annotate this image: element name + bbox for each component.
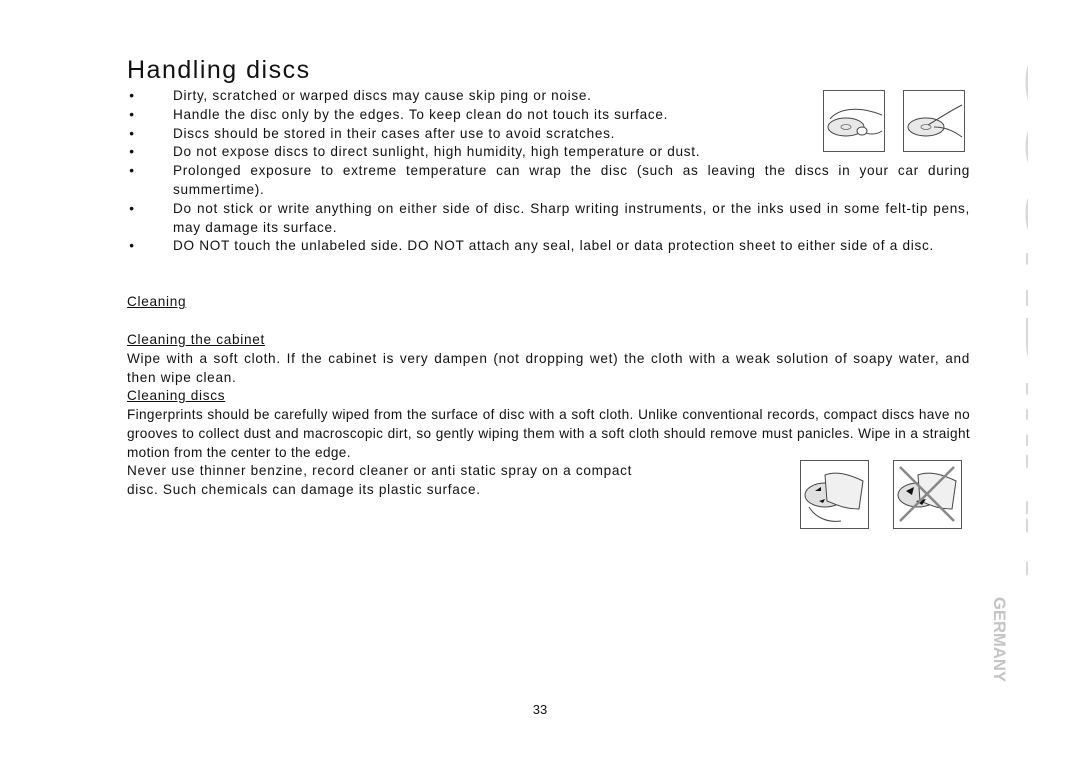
page-number: 33 [532, 702, 548, 717]
list-item: • Do not expose discs to direct sunlight,… [127, 143, 803, 162]
bullet-icon: • [129, 238, 135, 254]
bullet-icon: • [129, 106, 135, 122]
cleaning-discs-warning-line2: disc. Such chemicals can damage its plas… [127, 482, 481, 497]
logo-sub-text: GERMANY [990, 597, 1009, 683]
logo-brand-text: SOUNDMAX [1012, 52, 1028, 577]
list-item: • Discs should be stored in their cases a… [127, 125, 803, 144]
list-item: • Handle the disc only by the edges. To k… [127, 106, 803, 125]
cleaning-discs-heading: Cleaning discs [127, 388, 226, 403]
bullet-icon: • [129, 200, 135, 216]
cleaning-discs-warning-line1: Never use thinner benzine, record cleane… [127, 463, 633, 478]
list-item: • Dirty, scratched or warped discs may ca… [127, 87, 803, 106]
wipe-circular-wrong-illustration [893, 460, 962, 529]
cleaning-discs-text: Fingerprints should be carefully wiped f… [127, 407, 970, 460]
cleaning-cabinet-text: Wipe with a soft cloth. If the cabinet i… [127, 351, 970, 385]
soundmax-logo: SOUNDMAX GERMANY [978, 52, 1080, 692]
cleaning-cabinet-heading: Cleaning the cabinet [127, 332, 265, 347]
list-item: • Prolonged exposure to extreme temperatu… [127, 162, 970, 200]
list-item: • Do not stick or write anything on eithe… [127, 200, 970, 238]
page-title: Handling discs [127, 56, 311, 84]
disc-held-by-edges-illustration [823, 90, 885, 152]
cleaning-heading: Cleaning [127, 294, 187, 309]
bullet-icon: • [129, 144, 135, 160]
disc-touched-surface-illustration [903, 90, 965, 152]
wipe-center-to-edge-illustration [800, 460, 869, 529]
bullet-icon: • [129, 125, 135, 141]
bullet-icon: • [129, 163, 135, 179]
bullet-icon: • [129, 88, 135, 103]
list-item: • DO NOT touch the unlabeled side. DO NOT… [127, 237, 970, 256]
